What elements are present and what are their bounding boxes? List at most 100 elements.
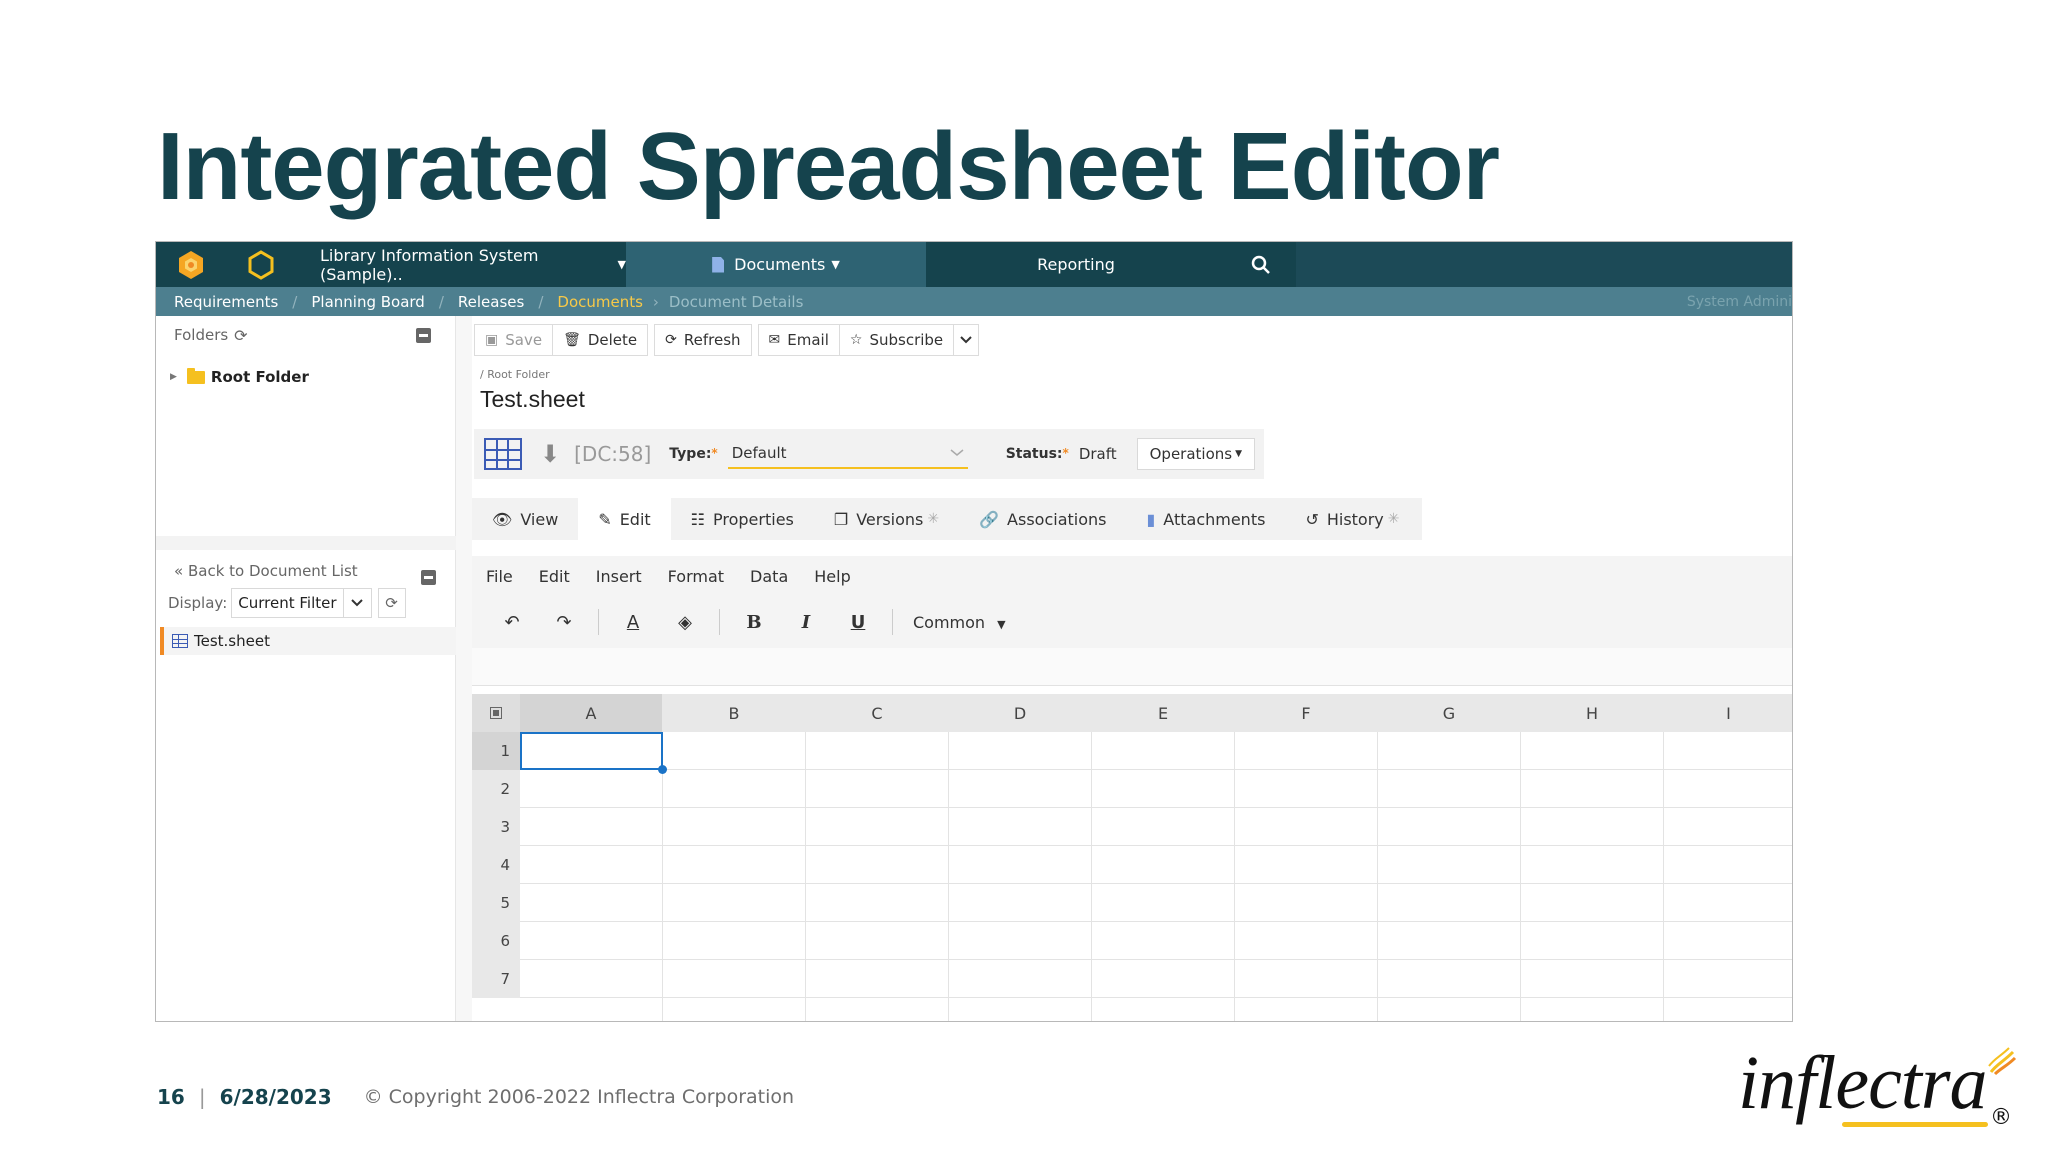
footer-separator: | (198, 1085, 206, 1109)
attachment-document-icon: ▮ (1146, 509, 1156, 529)
row-header-1[interactable]: 1 (472, 732, 520, 770)
select-all-icon[interactable] (472, 694, 520, 732)
history-icon: ↺ (1305, 509, 1319, 529)
chevron-down-icon[interactable] (343, 588, 372, 618)
column-header-h[interactable]: H (1521, 694, 1664, 732)
back-to-list-link[interactable]: « Back to Document List (174, 562, 358, 580)
spira-logo-icon[interactable] (156, 242, 226, 287)
type-value: Default (731, 444, 787, 462)
row-header-6[interactable]: 6 (472, 922, 520, 960)
underline-button[interactable]: U (832, 612, 884, 633)
chevron-down-icon: ▼ (617, 258, 626, 271)
folder-path[interactable]: / Root Folder (480, 368, 550, 381)
operations-button[interactable]: Operations ▼ (1136, 438, 1256, 470)
nav-tab-reporting[interactable]: Reporting (926, 242, 1226, 287)
subscribe-button[interactable]: ☆ Subscribe (838, 324, 954, 356)
chevron-down-icon: ▼ (831, 258, 840, 271)
tab-label: Versions (856, 509, 924, 529)
user-menu[interactable]: System Admini (1687, 294, 1792, 310)
undo-icon[interactable]: ↶ (486, 612, 538, 633)
underline-glyph: U (850, 611, 866, 633)
text-color-button[interactable]: A (607, 612, 659, 633)
tab-associations[interactable]: 🔗 Associations (959, 498, 1126, 540)
email-label: Email (787, 331, 829, 349)
column-header-b[interactable]: B (663, 694, 806, 732)
folders-label: Folders (174, 326, 229, 344)
search-icon[interactable] (1226, 242, 1296, 287)
italic-button[interactable]: I (780, 612, 832, 633)
breadcrumb-releases[interactable]: Releases (458, 293, 524, 311)
project-selector[interactable]: Library Information System (Sample).. ▼ (296, 242, 626, 287)
menu-insert[interactable]: Insert (596, 567, 642, 586)
tab-versions[interactable]: ❐ Versions ✳ (814, 498, 959, 540)
collapse-icon[interactable] (421, 570, 436, 585)
tree-item-root-folder[interactable]: ▶ Root Folder (170, 367, 309, 386)
email-subscribe-group: ✉ Email ☆ Subscribe (757, 324, 980, 356)
hexagon-icon[interactable] (226, 242, 296, 287)
breadcrumb-planning-board[interactable]: Planning Board (311, 293, 424, 311)
column-header-c[interactable]: C (806, 694, 949, 732)
tab-attachments[interactable]: ▮ Attachments (1126, 498, 1285, 540)
save-button[interactable]: ▣ Save (474, 324, 553, 356)
row-header-4[interactable]: 4 (472, 846, 520, 884)
menu-edit[interactable]: Edit (539, 567, 570, 586)
bold-button[interactable]: B (728, 612, 780, 633)
fill-color-icon[interactable]: ◈ (659, 612, 711, 633)
save-label: Save (505, 331, 543, 349)
collapse-icon[interactable] (416, 328, 431, 343)
refresh-icon[interactable]: ⟳ (377, 588, 406, 618)
menu-data[interactable]: Data (750, 567, 788, 586)
tab-history[interactable]: ↺ History ✳ (1285, 498, 1419, 540)
tab-properties[interactable]: ☷ Properties (671, 498, 814, 540)
more-dropdown[interactable] (953, 324, 980, 356)
menu-format[interactable]: Format (668, 567, 724, 586)
sheet-menu-bar: File Edit Insert Format Data Help (472, 556, 1792, 596)
active-cell-a1[interactable] (520, 732, 667, 774)
redo-icon[interactable]: ↷ (538, 612, 590, 633)
spreadsheet-icon (172, 634, 188, 648)
row-header-7[interactable]: 7 (472, 960, 520, 998)
tab-label: Edit (619, 509, 651, 529)
menu-help[interactable]: Help (814, 567, 850, 586)
filter-value: Current Filter (238, 594, 337, 612)
breadcrumb-documents[interactable]: Documents (557, 293, 643, 311)
tab-view[interactable]: 👁 View (472, 498, 578, 540)
list-item[interactable]: Test.sheet (160, 627, 456, 655)
tab-edit[interactable]: ✎ Edit (578, 498, 671, 540)
refresh-label: Refresh (683, 331, 741, 349)
star-icon: ☆ (849, 332, 863, 348)
trash-icon: 🗑 (563, 332, 581, 348)
formula-bar[interactable] (472, 648, 1792, 686)
delete-button[interactable]: 🗑 Delete (552, 324, 649, 356)
type-select[interactable]: Default (727, 439, 968, 469)
refresh-icon[interactable]: ⟳ (234, 326, 247, 345)
column-header-f[interactable]: F (1235, 694, 1378, 732)
number-format-select[interactable]: Common ▼ (913, 613, 1006, 632)
download-icon[interactable]: ⬇ (540, 440, 560, 468)
column-header-a[interactable]: A (520, 694, 663, 732)
column-header-d[interactable]: D (949, 694, 1092, 732)
expand-arrow-icon[interactable]: ▶ (170, 372, 177, 382)
bold-glyph: B (746, 611, 762, 633)
menu-file[interactable]: File (486, 567, 513, 586)
breadcrumb-requirements[interactable]: Requirements (174, 293, 278, 311)
column-header-g[interactable]: G (1378, 694, 1521, 732)
email-button[interactable]: ✉ Email (757, 324, 839, 356)
cell-grid[interactable] (520, 732, 1792, 1021)
nav-tab-documents-label: Documents (734, 255, 826, 274)
breadcrumb-document-details: Document Details (668, 292, 804, 311)
row-header-3[interactable]: 3 (472, 808, 520, 846)
column-header-e[interactable]: E (1092, 694, 1235, 732)
row-header-5[interactable]: 5 (472, 884, 520, 922)
subscribe-label: Subscribe (869, 331, 944, 349)
refresh-button[interactable]: ⟳ Refresh (654, 324, 752, 356)
page-number: 16 (157, 1085, 185, 1109)
required-marker: * (1062, 446, 1069, 460)
tab-label: Properties (713, 509, 794, 529)
document-id: [DC:58] (574, 442, 652, 466)
column-header-i[interactable]: I (1664, 694, 1792, 732)
caret-down-icon: ▼ (997, 617, 1006, 631)
filter-select[interactable]: Current Filter (231, 588, 344, 618)
nav-tab-documents[interactable]: Documents ▼ (626, 242, 926, 287)
row-header-2[interactable]: 2 (472, 770, 520, 808)
